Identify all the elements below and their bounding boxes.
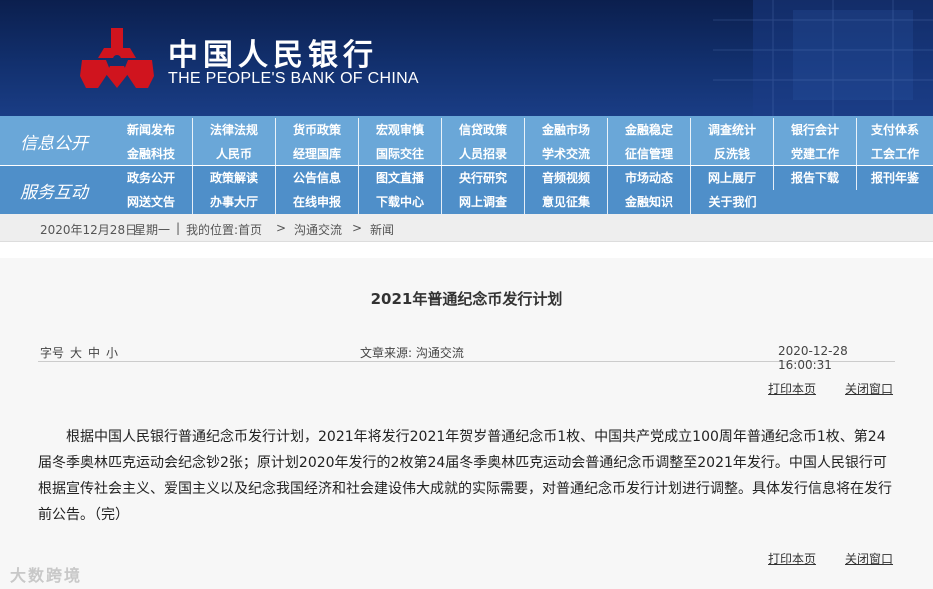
breadcrumb-divider: |: [176, 221, 181, 235]
nav-link[interactable]: 新闻发布: [110, 118, 193, 142]
nav-link[interactable]: 经理国库: [276, 142, 359, 166]
nav-link[interactable]: 学术交流: [525, 142, 608, 166]
nav-link[interactable]: 网送文告: [110, 190, 193, 214]
nav-link[interactable]: 图文直播: [359, 166, 442, 190]
nav-link[interactable]: 央行研究: [442, 166, 525, 190]
article-timestamp: 2020-12-28 16:00:31: [778, 344, 848, 372]
nav-link[interactable]: 金融市场: [525, 118, 608, 142]
nav-link[interactable]: 反洗钱: [691, 142, 774, 166]
current-weekday: 星期一: [134, 223, 171, 237]
nav-link[interactable]: 报告下载: [774, 166, 857, 190]
nav-link[interactable]: 报刊年鉴: [857, 166, 933, 190]
watermark: 大数跨境: [10, 566, 83, 585]
nav-link[interactable]: 下载中心: [359, 190, 442, 214]
service-interaction-title: 服务互动: [20, 183, 88, 203]
font-size-large-button[interactable]: 大: [70, 344, 82, 361]
nav-link[interactable]: 法律法规: [193, 118, 276, 142]
info-disclosure-title: 信息公开: [20, 134, 88, 154]
nav-link[interactable]: 人民币: [193, 142, 276, 166]
nav-link[interactable]: 支付体系: [857, 118, 933, 142]
info-disclosure-nav: 信息公开 新闻发布 法律法规 货币政策 宏观审慎 信贷政策 金融市场 金融稳定 …: [0, 116, 933, 167]
service-interaction-nav: 服务互动 政务公开 政策解读 公告信息 图文直播 央行研究 音频视频 市场动态 …: [0, 166, 933, 214]
bank-name-en: THE PEOPLE'S BANK OF CHINA: [168, 70, 419, 87]
location-label: 我的位置:: [186, 223, 239, 237]
print-page-link-bottom[interactable]: 打印本页: [768, 550, 816, 567]
article-title: 2021年普通纪念币发行计划: [370, 290, 563, 308]
article-container: 2021年普通纪念币发行计划 字号 大 中 小 文章来源: 沟通交流 2020-…: [0, 258, 933, 589]
pboc-logo-icon: [80, 28, 154, 88]
nav-link[interactable]: 党建工作: [774, 142, 857, 166]
nav-link[interactable]: 政务公开: [110, 166, 193, 190]
nav-link[interactable]: 金融科技: [110, 142, 193, 166]
nav-link[interactable]: 公告信息: [276, 166, 359, 190]
nav-link[interactable]: 金融知识: [608, 190, 691, 214]
font-size-medium-button[interactable]: 中: [88, 344, 100, 361]
font-size-small-button[interactable]: 小: [106, 344, 118, 361]
nav-link[interactable]: 政策解读: [193, 166, 276, 190]
article-meta: 字号 大 中 小 文章来源: 沟通交流 2020-12-28 16:00:31: [38, 342, 895, 372]
breadcrumb-home-link[interactable]: 首页: [238, 221, 262, 238]
header-banner: 中国人民银行 THE PEOPLE'S BANK OF CHINA: [0, 0, 933, 116]
nav-link[interactable]: 网上调查: [442, 190, 525, 214]
nav-link[interactable]: 金融稳定: [608, 118, 691, 142]
nav-link[interactable]: 调查统计: [691, 118, 774, 142]
nav-link[interactable]: 办事大厅: [193, 190, 276, 214]
nav-link[interactable]: 意见征集: [525, 190, 608, 214]
nav-link[interactable]: 宏观审慎: [359, 118, 442, 142]
current-date: 2020年12月28日: [40, 223, 138, 237]
article-body: 根据中国人民银行普通纪念币发行计划，2021年将发行2021年贺岁普通纪念币1枚…: [38, 429, 892, 523]
close-window-link[interactable]: 关闭窗口: [845, 380, 893, 397]
print-page-link[interactable]: 打印本页: [768, 380, 816, 397]
breadcrumb-arrow-icon: >: [352, 221, 363, 235]
nav-link[interactable]: 国际交往: [359, 142, 442, 166]
breadcrumb-arrow-icon: >: [276, 221, 287, 235]
nav-link[interactable]: 征信管理: [608, 142, 691, 166]
breadcrumb-level2-link[interactable]: 新闻: [370, 221, 394, 238]
bank-name-cn: 中国人民银行: [168, 38, 378, 73]
close-window-link-bottom[interactable]: 关闭窗口: [845, 550, 893, 567]
font-size-label: 字号: [40, 346, 65, 360]
breadcrumb-level1-link[interactable]: 沟通交流: [294, 221, 342, 238]
nav-link[interactable]: 人员招录: [442, 142, 525, 166]
nav-link[interactable]: 网上展厅: [691, 166, 774, 190]
nav-link[interactable]: 音频视频: [525, 166, 608, 190]
article-source: 文章来源: 沟通交流: [360, 346, 464, 360]
nav-link[interactable]: 银行会计: [774, 118, 857, 142]
nav-link[interactable]: 货币政策: [276, 118, 359, 142]
nav-link[interactable]: 信贷政策: [442, 118, 525, 142]
nav-link[interactable]: 市场动态: [608, 166, 691, 190]
nav-link[interactable]: 关于我们: [691, 190, 774, 214]
nav-link[interactable]: 在线申报: [276, 190, 359, 214]
nav-link[interactable]: 工会工作: [857, 142, 933, 166]
breadcrumb: 2020年12月28日 星期一 | 我的位置: 首页 > 沟通交流 > 新闻: [0, 214, 933, 242]
banner-decoration: [713, 0, 933, 116]
